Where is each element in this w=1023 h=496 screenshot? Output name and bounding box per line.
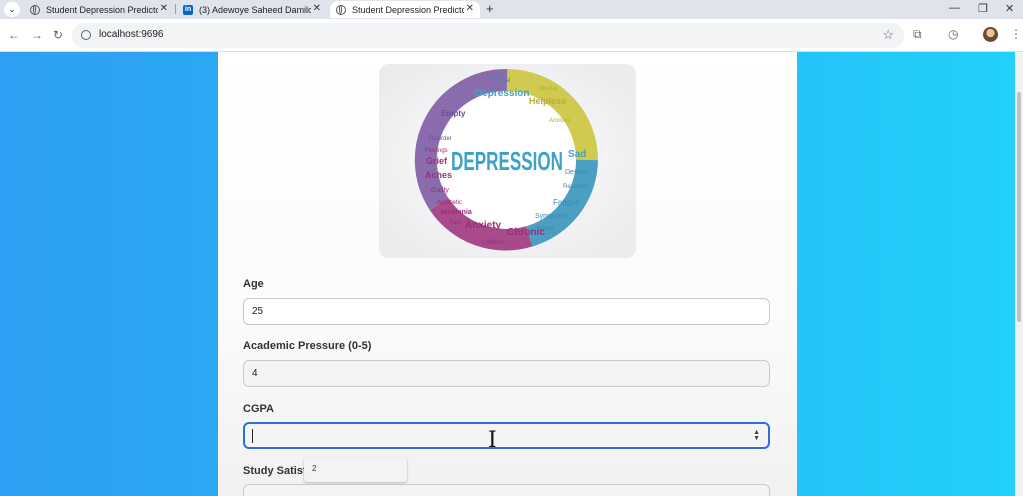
text-caret (252, 429, 253, 443)
tab-strip: ⌄ Student Depression Predictor ✕ in (3) … (0, 0, 1023, 19)
page-scrollbar[interactable] (1015, 52, 1023, 496)
globe-icon (336, 4, 346, 15)
page-viewport: Depression Clinical Helpless Mental Anxi… (0, 52, 1023, 496)
back-icon[interactable]: ← (8, 28, 20, 42)
form-card: Depression Clinical Helpless Mental Anxi… (218, 52, 797, 496)
cgpa-input[interactable]: ▲ ▼ (243, 422, 770, 449)
number-spinner[interactable]: ▲ ▼ (753, 429, 760, 442)
word-mental: Mental (539, 86, 557, 92)
word-anxious: Anxious (549, 118, 570, 124)
word-anxiety: Anxiety (465, 220, 502, 231)
url-text[interactable]: localhost:9696 (99, 29, 164, 40)
word-guilty: Guilty (431, 187, 449, 194)
autofill-tooltip[interactable]: 2 (304, 457, 407, 482)
tab-search-button[interactable]: ⌄ (4, 2, 20, 17)
reload-icon[interactable]: ↻ (53, 28, 63, 42)
word-cloud-graphic: Depression Clinical Helpless Mental Anxi… (379, 64, 636, 258)
bookmark-star-icon[interactable]: ☆ (882, 27, 894, 43)
word-helpless: Helpless (529, 96, 566, 106)
hero-title: DEPRESSION (451, 146, 563, 176)
extensions-icon[interactable]: ⧉ (913, 27, 922, 42)
word-depression-top: Depression (475, 88, 529, 99)
word-chronic: Chronic (507, 227, 545, 238)
study-satisfaction-label: Study Satisf (243, 465, 307, 477)
study-satisfaction-input[interactable] (243, 484, 770, 496)
close-icon[interactable]: ✕ (313, 3, 321, 14)
chevron-down-icon: ⌄ (8, 4, 16, 14)
tab-label: (3) Adewoye Saheed Damilola | (199, 4, 311, 15)
linkedin-icon: in (183, 4, 193, 15)
forward-icon[interactable]: → (31, 28, 43, 42)
word-respond: Respond (563, 184, 587, 190)
minimize-icon[interactable]: — (949, 2, 960, 14)
close-icon[interactable]: ✕ (160, 3, 168, 14)
word-fatigue: Fatigue (553, 198, 580, 207)
window-close-icon[interactable]: ✕ (1005, 2, 1014, 15)
age-label: Age (243, 278, 264, 290)
word-insomnia: Insomnia (441, 209, 472, 216)
profile-avatar[interactable] (983, 27, 998, 42)
word-disorder: Disorder (429, 136, 452, 142)
cgpa-label: CGPA (243, 403, 274, 415)
academic-pressure-value: 4 (252, 368, 258, 379)
word-symptoms: Symptoms (535, 213, 569, 220)
word-apathetic: Apathetic (437, 200, 462, 206)
word-despair: Despair (565, 169, 590, 176)
tab-student-depression-2[interactable]: Student Depression Predictor ✕ (330, 1, 480, 18)
menu-kebab-icon[interactable]: ⋮ (1010, 27, 1022, 41)
academic-pressure-input[interactable]: 4 (243, 360, 770, 387)
text-cursor-icon: I (488, 428, 497, 453)
site-info-icon[interactable] (81, 30, 91, 40)
tab-linkedin[interactable]: in (3) Adewoye Saheed Damilola | ✕ (177, 1, 327, 18)
tab-divider (175, 4, 176, 14)
restore-icon[interactable]: ❐ (978, 2, 988, 15)
word-clinical: Clinical (491, 78, 510, 84)
word-sad: Sad (568, 149, 586, 160)
scrollbar-thumb[interactable] (1017, 92, 1021, 322)
new-tab-button[interactable]: + (486, 1, 494, 16)
word-feelings: Feelings (425, 148, 448, 154)
tab-label: Student Depression Predictor (352, 4, 464, 15)
word-grief: Grief (426, 156, 448, 166)
depression-word-cloud-image: Depression Clinical Helpless Mental Anxi… (379, 64, 636, 258)
address-bar[interactable]: localhost:9696 ☆ (72, 23, 904, 48)
globe-icon (30, 4, 40, 15)
tab-student-depression-1[interactable]: Student Depression Predictor ✕ (24, 1, 174, 18)
age-input[interactable]: 25 (243, 298, 770, 325)
tab-label: Student Depression Predictor (46, 4, 158, 15)
history-icon[interactable]: ◷ (948, 27, 958, 41)
word-lifeless: Lifeless (483, 240, 503, 246)
word-aches: Aches (425, 170, 452, 180)
age-input-value: 25 (252, 306, 264, 317)
tooltip-text: 2 (312, 464, 317, 473)
word-pain: Pain (449, 220, 461, 226)
browser-toolbar: ← → ↻ localhost:9696 ☆ ⧉ ◷ ⋮ (0, 19, 1023, 52)
close-icon[interactable]: ✕ (466, 3, 474, 14)
academic-pressure-label: Academic Pressure (0-5) (243, 340, 372, 352)
word-empty: Empty (441, 109, 466, 118)
